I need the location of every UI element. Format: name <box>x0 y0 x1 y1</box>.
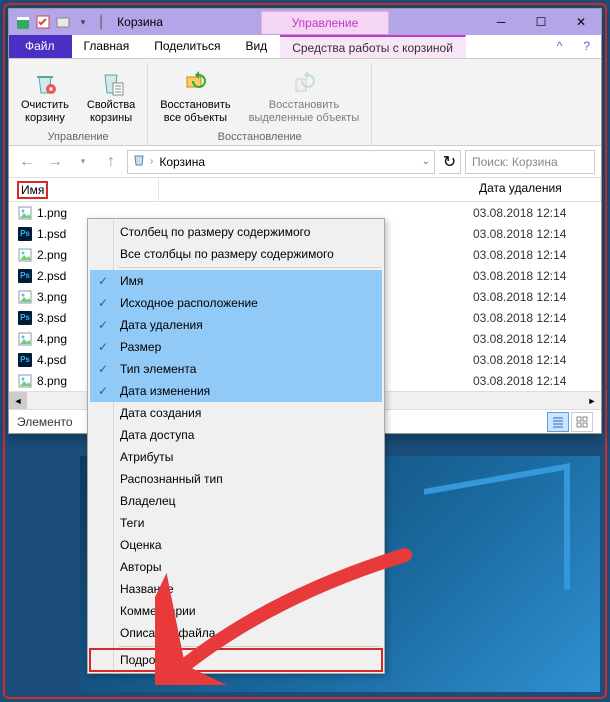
menu-column-toggle[interactable]: Дата создания <box>90 402 382 424</box>
check-icon: ✓ <box>98 318 108 332</box>
menu-column-toggle[interactable]: ✓Размер <box>90 336 382 358</box>
window-title: Корзина <box>111 15 163 29</box>
empty-recycle-button[interactable]: Очистить корзину <box>17 65 73 127</box>
column-headers: Имя Дата удаления <box>9 178 601 202</box>
file-date: 03.08.2018 12:14 <box>473 206 593 220</box>
psd-file-icon: Ps <box>17 268 33 284</box>
file-date: 03.08.2018 12:14 <box>473 332 593 346</box>
column-header-deleted[interactable]: Дата удаления <box>471 178 601 201</box>
file-date: 03.08.2018 12:14 <box>473 374 593 388</box>
png-file-icon <box>17 205 33 221</box>
file-date: 03.08.2018 12:14 <box>473 311 593 325</box>
restore-all-icon <box>179 67 211 99</box>
address-dropdown-icon[interactable]: ⌄ <box>422 156 430 167</box>
up-button[interactable]: ↑ <box>99 150 123 174</box>
search-input[interactable]: Поиск: Корзина <box>465 150 595 174</box>
breadcrumb[interactable]: › Корзина ⌄ <box>127 150 435 174</box>
menu-more[interactable]: Подробнее… <box>90 649 382 671</box>
menu-column-toggle[interactable]: Распознанный тип <box>90 468 382 490</box>
check-icon: ✓ <box>98 340 108 354</box>
png-file-icon <box>17 289 33 305</box>
menu-column-toggle[interactable]: Атрибуты <box>90 446 382 468</box>
menu-column-toggle[interactable]: Оценка <box>90 534 382 556</box>
tab-recycle-tools[interactable]: Средства работы с корзиной <box>280 35 466 58</box>
chevron-right-icon: › <box>150 156 153 167</box>
empty-recycle-icon <box>29 67 61 99</box>
check-icon: ✓ <box>98 296 108 310</box>
maximize-button[interactable]: ☐ <box>521 9 561 35</box>
menu-size-column[interactable]: Столбец по размеру содержимого <box>90 221 382 243</box>
menu-column-toggle[interactable]: Владелец <box>90 490 382 512</box>
titlebar: ▾ | Корзина Управление ─ ☐ ✕ <box>9 9 601 35</box>
column-context-menu: Столбец по размеру содержимого Все столб… <box>87 218 385 674</box>
menu-column-toggle[interactable]: Описание файла <box>90 622 382 644</box>
recycle-bin-icon <box>132 153 146 170</box>
breadcrumb-item[interactable]: Корзина <box>157 155 207 169</box>
check-icon: ✓ <box>98 384 108 398</box>
file-date: 03.08.2018 12:14 <box>473 248 593 262</box>
file-date: 03.08.2018 12:14 <box>473 353 593 367</box>
minimize-button[interactable]: ─ <box>481 9 521 35</box>
status-item-count: Элементо <box>17 415 73 429</box>
ribbon: Очистить корзину Свойства корзины Управл… <box>9 59 601 146</box>
recycle-props-icon <box>95 67 127 99</box>
tab-view[interactable]: Вид <box>233 35 280 58</box>
file-date: 03.08.2018 12:14 <box>473 290 593 304</box>
recycle-props-button[interactable]: Свойства корзины <box>83 65 139 127</box>
qat-new-folder-icon[interactable] <box>55 14 71 30</box>
scroll-right-button[interactable]: ► <box>583 392 601 409</box>
tab-share[interactable]: Поделиться <box>142 35 233 58</box>
png-file-icon <box>17 331 33 347</box>
check-icon: ✓ <box>98 274 108 288</box>
menu-column-toggle[interactable]: Комментарии <box>90 600 382 622</box>
menu-column-toggle[interactable]: Название <box>90 578 382 600</box>
file-date: 03.08.2018 12:14 <box>473 227 593 241</box>
ribbon-group-manage: Управление <box>48 127 109 145</box>
ribbon-group-restore: Восстановление <box>218 127 302 145</box>
file-date: 03.08.2018 12:14 <box>473 269 593 283</box>
check-icon: ✓ <box>98 362 108 376</box>
psd-file-icon: Ps <box>17 226 33 242</box>
app-icon <box>15 14 31 30</box>
menu-size-all-columns[interactable]: Все столбцы по размеру содержимого <box>90 243 382 265</box>
ribbon-tabs: Файл Главная Поделиться Вид Средства раб… <box>9 35 601 59</box>
icons-view-button[interactable] <box>571 412 593 432</box>
restore-selected-button[interactable]: Восстановить выделенные объекты <box>245 65 364 127</box>
back-button[interactable]: ← <box>15 150 39 174</box>
menu-column-toggle[interactable]: ✓Исходное расположение <box>90 292 382 314</box>
menu-column-toggle[interactable]: ✓Дата изменения <box>90 380 382 402</box>
qat-dropdown-icon[interactable]: ▾ <box>75 14 91 30</box>
menu-column-toggle[interactable]: ✓Тип элемента <box>90 358 382 380</box>
contextual-tab-header: Управление <box>261 11 390 34</box>
close-button[interactable]: ✕ <box>561 9 601 35</box>
tab-file[interactable]: Файл <box>9 35 72 58</box>
menu-column-toggle[interactable]: Теги <box>90 512 382 534</box>
tab-home[interactable]: Главная <box>72 35 143 58</box>
menu-column-toggle[interactable]: Авторы <box>90 556 382 578</box>
png-file-icon <box>17 373 33 389</box>
refresh-button[interactable]: ↻ <box>439 150 461 174</box>
details-view-button[interactable] <box>547 412 569 432</box>
menu-column-toggle[interactable]: Дата доступа <box>90 424 382 446</box>
png-file-icon <box>17 247 33 263</box>
menu-column-toggle[interactable]: ✓Дата удаления <box>90 314 382 336</box>
column-header-name[interactable]: Имя <box>9 178 159 201</box>
restore-selected-icon <box>288 67 320 99</box>
help-button[interactable]: ? <box>573 35 601 58</box>
menu-column-toggle[interactable]: ✓Имя <box>90 270 382 292</box>
psd-file-icon: Ps <box>17 310 33 326</box>
forward-button[interactable]: → <box>43 150 67 174</box>
recent-button[interactable]: ▾ <box>71 150 95 174</box>
scroll-left-button[interactable]: ◄ <box>9 392 27 409</box>
restore-all-button[interactable]: Восстановить все объекты <box>156 65 234 127</box>
ribbon-collapse-button[interactable]: ^ <box>547 35 574 58</box>
address-bar: ← → ▾ ↑ › Корзина ⌄ ↻ Поиск: Корзина <box>9 146 601 178</box>
qat-props-icon[interactable] <box>35 14 51 30</box>
psd-file-icon: Ps <box>17 352 33 368</box>
